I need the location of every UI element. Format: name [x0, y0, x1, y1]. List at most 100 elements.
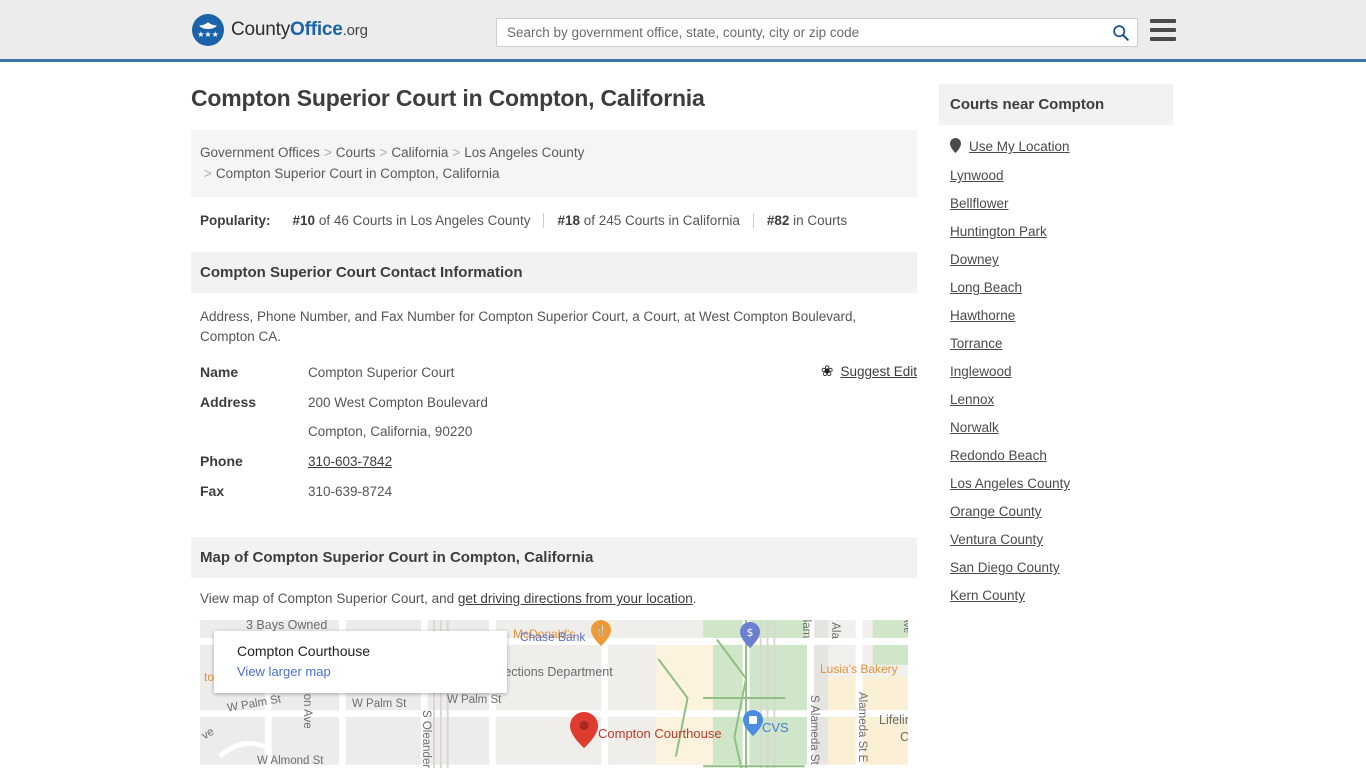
sidebar-link[interactable]: Inglewood	[950, 364, 1012, 379]
brand-bold: Office	[290, 18, 343, 40]
sidebar-item-inglewood[interactable]: Inglewood	[950, 351, 1162, 379]
breadcrumb-line-2: > Compton Superior Court in Compton, Cali…	[200, 163, 908, 184]
sidebar-link[interactable]: Redondo Beach	[950, 448, 1047, 463]
sidebar-item-lynwood[interactable]: Lynwood	[950, 155, 1162, 183]
courthouse-location-pin-icon	[570, 712, 598, 748]
sidebar-item-hawthorne[interactable]: Hawthorne	[950, 295, 1162, 323]
popularity-bar: Popularity: #10 of 46 Courts in Los Ange…	[191, 197, 917, 228]
sidebar-item-redondo-beach[interactable]: Redondo Beach	[950, 435, 1162, 463]
breadcrumb-separator: >	[379, 145, 388, 160]
popularity-text: in Courts	[793, 213, 848, 228]
map-embed[interactable]: 3 Bays Owned McDonald's Chase Bank rrect…	[200, 620, 908, 768]
contact-value: 310-603-7842	[308, 454, 392, 469]
svg-text:🍴: 🍴	[595, 624, 607, 637]
contact-row-name: Name Compton Superior Court	[200, 364, 908, 394]
page-body: Compton Superior Court in Compton, Calif…	[0, 62, 1366, 768]
popularity-rank: #10	[292, 213, 316, 228]
sidebar-link[interactable]: Norwalk	[950, 420, 999, 435]
menu-button[interactable]	[1150, 19, 1176, 41]
contact-label: Phone	[200, 453, 243, 469]
breadcrumb-separator: >	[452, 145, 461, 160]
brand-prefix: County	[231, 18, 291, 40]
popularity-text: of 245 Courts in California	[583, 213, 740, 228]
sidebar-heading: Courts near Compton	[939, 84, 1173, 125]
sidebar-link[interactable]: Torrance	[950, 336, 1003, 351]
sidebar-item-long-beach[interactable]: Long Beach	[950, 267, 1162, 295]
map-info-window[interactable]: Compton Courthouse View larger map	[214, 631, 507, 693]
contact-value: 200 West Compton Boulevard	[308, 395, 488, 410]
contact-row-phone: Phone 310-603-7842	[200, 453, 908, 483]
use-my-location-link[interactable]: Use My Location	[969, 139, 1070, 154]
sidebar-link[interactable]: Huntington Park	[950, 224, 1047, 239]
sidebar-item-san-diego-county[interactable]: San Diego County	[950, 547, 1162, 575]
contact-label: Name	[200, 364, 239, 380]
view-larger-map-link[interactable]: View larger map	[237, 664, 331, 679]
breadcrumb-item-california[interactable]: California	[391, 145, 448, 160]
mcdonalds-pin-icon: 🍴	[591, 620, 611, 646]
map-intro-suffix: .	[692, 591, 697, 606]
brand-wordmark: CountyOffice.org	[231, 19, 368, 41]
sidebar-link[interactable]: San Diego County	[950, 560, 1060, 575]
sidebar-item-use-my-location[interactable]: Use My Location	[950, 125, 1162, 155]
hamburger-bar	[1150, 28, 1176, 32]
breadcrumb-line-1: Government Offices > Courts > California > Los…	[200, 145, 584, 160]
sidebar-link[interactable]: Lynwood	[950, 168, 1004, 183]
logo-stars: ★★★	[197, 29, 219, 39]
sidebar-item-huntington-park[interactable]: Huntington Park	[950, 211, 1162, 239]
sidebar-item-kern-county[interactable]: Kern County	[950, 575, 1162, 603]
sidebar-link[interactable]: Bellflower	[950, 196, 1009, 211]
popularity-entry-county: #10 of 46 Courts in Los Angeles County	[280, 213, 544, 228]
breadcrumb-item-government-offices[interactable]: Government Offices	[200, 145, 320, 160]
sidebar-item-lennox[interactable]: Lennox	[950, 379, 1162, 407]
site-logo-link[interactable]: ★★★ CountyOffice.org	[192, 13, 368, 46]
contact-table: ❀ Suggest Edit Name Compton Superior Cou…	[191, 364, 917, 513]
popularity-entry-state: #18 of 245 Courts in California	[544, 213, 752, 228]
sidebar: Courts near Compton Use My Location Lynw…	[939, 84, 1173, 768]
countyoffice-logo-icon: ★★★	[192, 13, 224, 46]
map-pin-icon	[950, 138, 961, 155]
map-intro: View map of Compton Superior Court, and …	[191, 578, 917, 606]
sidebar-item-ventura-county[interactable]: Ventura County	[950, 519, 1162, 547]
breadcrumb-item-courts[interactable]: Courts	[336, 145, 376, 160]
sidebar-link[interactable]: Hawthorne	[950, 308, 1015, 323]
sidebar-link[interactable]: Long Beach	[950, 280, 1022, 295]
sidebar-item-orange-county[interactable]: Orange County	[950, 491, 1162, 519]
suggest-edit[interactable]: ❀ Suggest Edit	[821, 364, 917, 379]
hamburger-bar	[1150, 37, 1176, 41]
sidebar-link[interactable]: Lennox	[950, 392, 994, 407]
sidebar-item-norwalk[interactable]: Norwalk	[950, 407, 1162, 435]
breadcrumb-separator: >	[323, 145, 332, 160]
sidebar-item-torrance[interactable]: Torrance	[950, 323, 1162, 351]
svg-text:$: $	[747, 626, 754, 639]
search-button[interactable]	[1103, 19, 1137, 46]
contact-row-address-2: Compton, California, 90220	[200, 424, 908, 453]
hamburger-bar	[1150, 19, 1176, 23]
page-title: Compton Superior Court in Compton, Calif…	[191, 85, 705, 111]
sidebar-link[interactable]: Downey	[950, 252, 999, 267]
site-header: ★★★ CountyOffice.org	[0, 0, 1366, 62]
search-icon	[1112, 25, 1129, 41]
search-bar[interactable]	[496, 18, 1138, 47]
sidebar-item-downey[interactable]: Downey	[950, 239, 1162, 267]
breadcrumb-item-los-angeles-county[interactable]: Los Angeles County	[464, 145, 584, 160]
popularity-rank: #82	[766, 213, 790, 228]
phone-link[interactable]: 310-603-7842	[308, 454, 392, 469]
popularity-entry-overall: #82 in Courts	[754, 213, 860, 228]
sidebar-item-los-angeles-county[interactable]: Los Angeles County	[950, 463, 1162, 491]
pencil-edit-icon: ❀	[820, 363, 834, 380]
contact-value: Compton Superior Court	[308, 365, 455, 380]
contact-section-heading: Compton Superior Court Contact Informati…	[191, 252, 917, 293]
contact-row-fax: Fax 310-639-8724	[200, 483, 908, 513]
contact-description: Address, Phone Number, and Fax Number fo…	[200, 309, 857, 344]
contact-value: 310-639-8724	[308, 484, 393, 499]
sidebar-link[interactable]: Orange County	[950, 504, 1042, 519]
map-info-title: Compton Courthouse	[237, 643, 371, 659]
popularity-rank: #18	[557, 213, 580, 228]
search-input[interactable]	[497, 19, 1103, 46]
suggest-edit-link[interactable]: Suggest Edit	[840, 364, 917, 379]
sidebar-item-bellflower[interactable]: Bellflower	[950, 183, 1162, 211]
sidebar-link[interactable]: Ventura County	[950, 532, 1043, 547]
sidebar-link[interactable]: Kern County	[950, 588, 1025, 603]
driving-directions-link[interactable]: get driving directions from your locatio…	[458, 591, 693, 606]
sidebar-link[interactable]: Los Angeles County	[950, 476, 1070, 491]
